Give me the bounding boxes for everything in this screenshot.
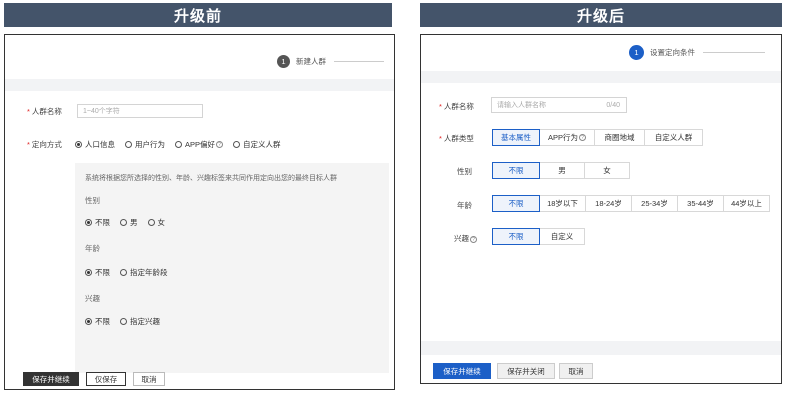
gender-option-male[interactable]: 男 [539, 162, 585, 179]
step-label: 设置定向条件 [650, 48, 695, 57]
age-option-over44[interactable]: 44岁以上 [723, 195, 770, 212]
gender-radio-female[interactable]: 女 [147, 217, 165, 228]
gender-title: 性别 [85, 196, 100, 205]
type-segmented: 基本属性 APP行为? 商圈地域 自定义人群 [492, 129, 703, 146]
save-only-button[interactable]: 仅保存 [86, 372, 126, 386]
age-option-35-44[interactable]: 35-44岁 [677, 195, 724, 212]
gender-radio-male[interactable]: 男 [120, 217, 138, 228]
interest-option-unlimited[interactable]: 不限 [492, 228, 540, 245]
method-radio-app[interactable]: APP偏好? [175, 139, 224, 150]
method-radio-demographics[interactable]: 人口信息 [75, 139, 115, 150]
method-radio-behavior[interactable]: 用户行为 [125, 139, 165, 150]
header-separator [421, 71, 781, 83]
help-icon[interactable]: ? [216, 141, 224, 148]
method-radio-custom[interactable]: 自定义人群 [233, 139, 281, 150]
age-radio-specify[interactable]: 指定年龄段 [120, 267, 168, 278]
after-step-indicator: 1 设置定向条件 [629, 45, 765, 60]
save-close-button[interactable]: 保存并关闭 [497, 363, 555, 379]
type-label: * 人群类型 [439, 134, 474, 143]
age-radio-group: 不限 指定年龄段 [85, 267, 178, 278]
gender-segmented: 不限 男 女 [492, 162, 630, 179]
type-option-basic[interactable]: 基本属性 [492, 129, 540, 146]
interest-radio-specify[interactable]: 指定兴趣 [120, 316, 160, 327]
age-option-unlimited[interactable]: 不限 [492, 195, 540, 212]
gender-option-unlimited[interactable]: 不限 [492, 162, 540, 179]
interest-option-custom[interactable]: 自定义 [539, 228, 585, 245]
type-option-app[interactable]: APP行为? [539, 129, 595, 146]
required-mark: * [27, 107, 30, 116]
age-radio-unlimited[interactable]: 不限 [85, 267, 110, 278]
name-label: * 人群名称 [27, 107, 62, 116]
save-continue-button[interactable]: 保存并继续 [23, 372, 79, 386]
age-option-25-34[interactable]: 25-34岁 [631, 195, 678, 212]
name-label: * 人群名称 [439, 102, 474, 111]
save-continue-button[interactable]: 保存并继续 [433, 363, 491, 379]
header-separator [5, 79, 394, 91]
interest-title: 兴趣 [85, 294, 100, 303]
cancel-button[interactable]: 取消 [559, 363, 593, 379]
age-option-18-24[interactable]: 18-24岁 [585, 195, 632, 212]
before-step-indicator: 1 新建人群 [277, 55, 384, 68]
name-input[interactable]: 1~40个字符 [77, 104, 203, 118]
step-divider [334, 61, 384, 62]
interest-radio-group: 不限 指定兴趣 [85, 316, 170, 327]
type-option-custom[interactable]: 自定义人群 [644, 129, 703, 146]
age-segmented: 不限 18岁以下 18-24岁 25-34岁 35-44岁 44岁以上 [492, 195, 770, 212]
gender-radio-unlimited[interactable]: 不限 [85, 217, 110, 228]
cancel-button[interactable]: 取消 [133, 372, 165, 386]
before-panel: 1 新建人群 * 人群名称 1~40个字符 * 定向方式 人口信息 用户行为 APP… [4, 34, 395, 390]
method-label: * 定向方式 [27, 140, 62, 149]
interest-segmented: 不限 自定义 [492, 228, 585, 245]
description-text: 系统将根据您所选择的性别、年龄、兴趣标签来共同作用定向出您的最终目标人群 [85, 175, 337, 182]
help-icon[interactable]: ? [470, 236, 477, 243]
interest-radio-unlimited[interactable]: 不限 [85, 316, 110, 327]
step-number-badge: 1 [277, 55, 290, 68]
gender-option-female[interactable]: 女 [584, 162, 630, 179]
after-panel: 1 设置定向条件 * 人群名称 请输入人群名称 0/40 * 人群类型 基本属性 A… [420, 34, 782, 384]
gender-label: 性别 [457, 167, 472, 176]
help-icon[interactable]: ? [579, 134, 586, 141]
type-option-region[interactable]: 商圈地域 [594, 129, 645, 146]
before-banner: 升级前 [4, 3, 392, 27]
age-label: 年龄 [457, 201, 472, 210]
demographics-box: 系统将根据您所选择的性别、年龄、兴趣标签来共同作用定向出您的最终目标人群 性别 … [75, 163, 389, 373]
interest-label: 兴趣? [454, 233, 477, 244]
name-input[interactable]: 请输入人群名称 0/40 [491, 97, 627, 113]
after-banner: 升级后 [420, 3, 782, 27]
name-placeholder: 请输入人群名称 [497, 102, 546, 109]
age-option-under18[interactable]: 18岁以下 [539, 195, 586, 212]
step-number-badge: 1 [629, 45, 644, 60]
method-radio-group: 人口信息 用户行为 APP偏好? 自定义人群 [75, 139, 291, 150]
gender-radio-group: 不限 男 女 [85, 217, 175, 228]
step-divider [703, 52, 765, 53]
step-label: 新建人群 [296, 57, 326, 66]
age-title: 年龄 [85, 244, 100, 253]
name-counter: 0/40 [606, 101, 620, 109]
footer-separator [421, 341, 781, 355]
